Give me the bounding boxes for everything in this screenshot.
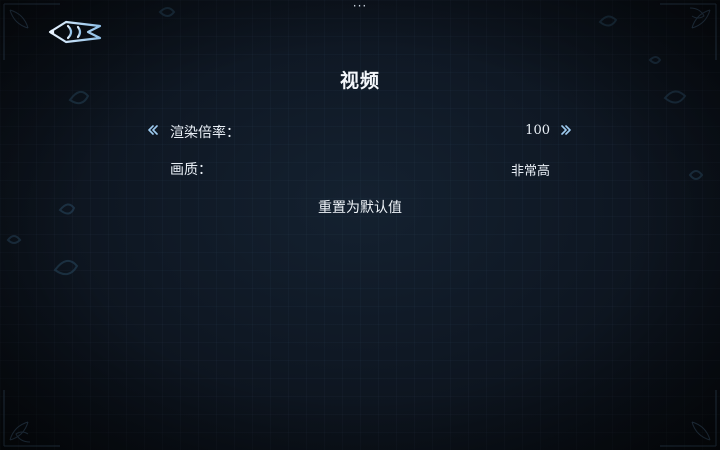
more-menu-icon[interactable]: ··· bbox=[352, 0, 368, 12]
reset-defaults-label: 重置为默认值 bbox=[318, 200, 402, 216]
quality-value: 非常高 bbox=[510, 164, 550, 179]
winged-arrow-back-icon bbox=[48, 20, 102, 44]
setting-row-render-scale[interactable]: 渲染倍率： 100 bbox=[140, 119, 580, 143]
chevron-right-icon[interactable] bbox=[560, 123, 574, 137]
quality-label: 画质： bbox=[170, 162, 212, 178]
setting-row-quality[interactable]: 画质： 非常高 bbox=[140, 156, 580, 180]
settings-screen: ··· 视频 渲染倍率： 100 画质： 非常高 重置为默认值 bbox=[0, 0, 720, 450]
render-scale-label: 渲染倍率： bbox=[170, 125, 240, 141]
reset-defaults-button[interactable]: 重置为默认值 bbox=[0, 197, 720, 217]
page-title: 视频 bbox=[339, 70, 380, 92]
back-button[interactable] bbox=[44, 14, 108, 50]
chevron-left-icon[interactable] bbox=[145, 123, 159, 137]
render-scale-value: 100 bbox=[525, 123, 550, 138]
